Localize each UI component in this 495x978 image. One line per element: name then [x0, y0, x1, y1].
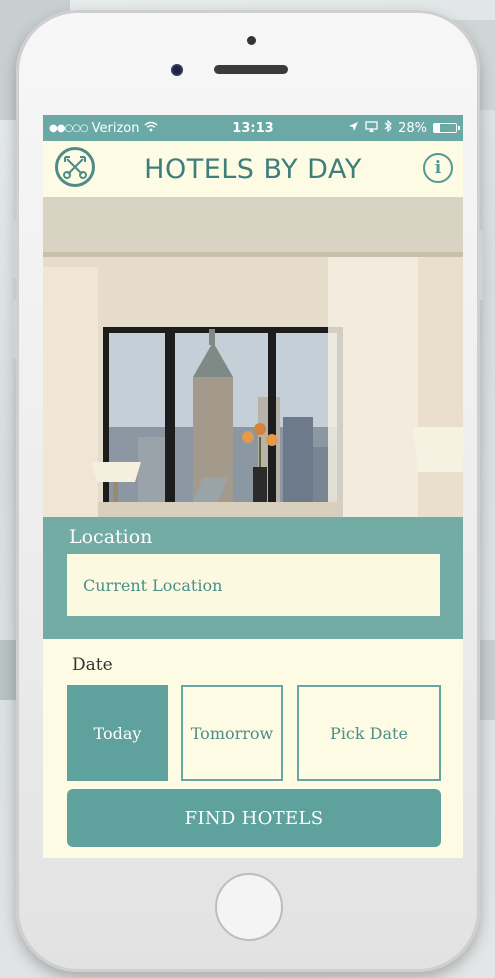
- proximity-sensor: [247, 36, 256, 45]
- carrier-name: Verizon: [91, 120, 140, 136]
- location-label: Location: [69, 526, 153, 548]
- signal-strength: ●●○○○: [49, 122, 89, 134]
- wifi-icon: [144, 121, 158, 136]
- info-glyph: i: [434, 158, 442, 178]
- earpiece-speaker: [214, 65, 288, 74]
- app-screen: ●●○○○ Verizon 13:13 28% HOTELS BY DAY i …: [43, 115, 463, 858]
- date-option-tomorrow[interactable]: Tomorrow: [181, 685, 283, 781]
- find-hotels-button[interactable]: FIND HOTELS: [67, 789, 441, 847]
- power-button: [478, 230, 483, 300]
- app-header: HOTELS BY DAY i: [43, 141, 463, 197]
- volume-down-button: [12, 300, 17, 358]
- status-bar: ●●○○○ Verizon 13:13 28%: [43, 115, 463, 141]
- location-arrow-icon: [348, 121, 359, 136]
- airplay-icon: [365, 120, 378, 136]
- location-input[interactable]: Current Location: [67, 554, 440, 616]
- app-title: HOTELS BY DAY: [144, 153, 362, 185]
- location-panel: Location Current Location: [43, 517, 463, 639]
- bluetooth-icon: [384, 119, 392, 136]
- home-button[interactable]: [215, 873, 283, 941]
- battery-icon: [433, 123, 460, 133]
- status-right: 28%: [348, 119, 460, 136]
- date-option-pick-date[interactable]: Pick Date: [297, 685, 441, 781]
- volume-up-button: [12, 220, 17, 278]
- front-camera: [171, 64, 183, 76]
- battery-fill: [434, 124, 441, 132]
- hero-image: [43, 197, 463, 517]
- info-icon[interactable]: i: [423, 153, 453, 183]
- date-option-today[interactable]: Today: [67, 685, 168, 781]
- crossed-keys-icon[interactable]: [55, 147, 95, 187]
- status-left: ●●○○○ Verizon: [49, 121, 158, 136]
- battery-percentage: 28%: [398, 120, 427, 136]
- date-label: Date: [72, 655, 113, 675]
